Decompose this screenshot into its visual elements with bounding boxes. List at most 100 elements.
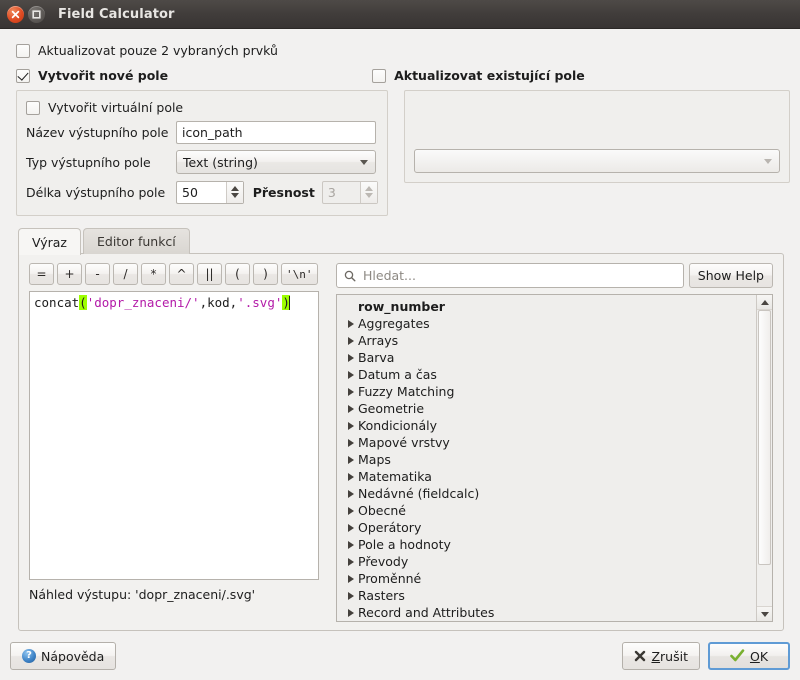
tree-item-label: Kondicionály [358, 418, 437, 433]
ok-button[interactable]: OK [708, 642, 790, 670]
show-help-button[interactable]: Show Help [688, 263, 773, 288]
tree-item-datum-a-cas[interactable]: Datum a čas [337, 366, 756, 383]
output-field-length-label: Délka výstupního pole [26, 184, 166, 200]
tree-item-matematika[interactable]: Matematika [337, 468, 756, 485]
tree-item-label: Obecné [358, 503, 406, 518]
update-selected-row[interactable]: Aktualizovat pouze 2 vybraných prvků [16, 43, 790, 58]
tree-item-aggregates[interactable]: Aggregates [337, 315, 756, 332]
operator-multiply-label: * [150, 267, 157, 281]
output-field-name-input[interactable] [176, 120, 376, 144]
tree-item-maps[interactable]: Maps [337, 451, 756, 468]
tree-item-label: Mapové vrstvy [358, 435, 450, 450]
tree-item-prevody[interactable]: Převody [337, 553, 756, 570]
tree-item-rasters[interactable]: Rasters [337, 587, 756, 604]
expand-triangle-icon[interactable] [343, 455, 358, 464]
expand-triangle-icon[interactable] [343, 319, 358, 328]
expand-triangle-icon[interactable] [343, 404, 358, 413]
show-help-label: Show Help [697, 268, 764, 283]
expand-triangle-icon[interactable] [343, 608, 358, 617]
update-selected-checkbox[interactable] [16, 43, 30, 58]
create-new-field-checkbox[interactable] [16, 68, 30, 83]
expand-triangle-icon[interactable] [343, 540, 358, 549]
expand-triangle-icon[interactable] [343, 506, 358, 515]
tree-item-label: Pole a hodnoty [358, 537, 451, 552]
operator-equals[interactable]: = [29, 263, 54, 285]
expand-triangle-icon[interactable] [343, 472, 358, 481]
tree-item-operatory[interactable]: Operátory [337, 519, 756, 536]
expand-triangle-icon[interactable] [343, 557, 358, 566]
expand-triangle-icon[interactable] [343, 387, 358, 396]
cancel-mnemonic: Z [651, 648, 661, 664]
expr-token-3: ,kod, [199, 295, 238, 310]
expand-triangle-icon[interactable] [343, 353, 358, 362]
operator-plus-label: + [64, 267, 75, 281]
update-selected-label: Aktualizovat pouze 2 vybraných prvků [38, 43, 278, 58]
tree-item-label: Arrays [358, 333, 399, 348]
window-titlebar: Field Calculator [0, 0, 800, 29]
function-tree-items: row_number Aggregates Arrays Barva Datum… [337, 295, 756, 621]
operator-plus[interactable]: + [57, 263, 82, 285]
tree-item-geometrie[interactable]: Geometrie [337, 400, 756, 417]
maximize-icon[interactable] [28, 5, 45, 23]
output-field-type-combo[interactable]: Text (string) [176, 150, 376, 174]
cancel-button[interactable]: Zrušit [622, 642, 700, 670]
operator-minus[interactable]: - [85, 263, 110, 285]
expand-triangle-icon[interactable] [343, 421, 358, 430]
function-tree[interactable]: row_number Aggregates Arrays Barva Datum… [336, 294, 773, 622]
scroll-down-button[interactable] [757, 606, 772, 621]
expand-triangle-icon[interactable] [343, 438, 358, 447]
expand-triangle-icon[interactable] [343, 370, 358, 379]
window-title: Field Calculator [58, 6, 175, 22]
tree-item-label: Nedávné (fieldcalc) [358, 486, 480, 501]
expand-triangle-icon[interactable] [343, 574, 358, 583]
update-existing-field-checkbox[interactable] [372, 68, 387, 83]
operator-divide[interactable]: / [113, 263, 138, 285]
close-icon[interactable] [7, 5, 24, 23]
expand-triangle-icon[interactable] [343, 523, 358, 532]
tree-item-arrays[interactable]: Arrays [337, 332, 756, 349]
expand-triangle-icon[interactable] [343, 336, 358, 345]
operator-newline[interactable]: '\n' [281, 263, 318, 285]
scroll-up-button[interactable] [757, 295, 772, 310]
expand-triangle-icon[interactable] [343, 489, 358, 498]
operator-power[interactable]: ^ [169, 263, 194, 285]
tree-item-record-and-attributes[interactable]: Record and Attributes [337, 604, 756, 621]
tree-item-pole-a-hodnoty[interactable]: Pole a hodnoty [337, 536, 756, 553]
output-field-name-label: Název výstupního pole [26, 124, 169, 140]
create-virtual-field-row[interactable]: Vytvořit virtuální pole [26, 100, 378, 115]
function-column: Hledat... Show Help row_number Aggregate… [336, 263, 773, 622]
tree-item-row-number[interactable]: row_number [337, 298, 756, 315]
field-settings-panes: Vytvořit virtuální pole Název výstupního… [10, 90, 790, 216]
expr-token-1: ( [79, 295, 87, 310]
scrollbar-thumb[interactable] [758, 310, 771, 565]
tree-item-mapove-vrstvy[interactable]: Mapové vrstvy [337, 434, 756, 451]
expr-token-2: 'dopr_znaceni/' [86, 295, 200, 310]
help-button[interactable]: ? Nápověda [10, 642, 117, 670]
tree-item-label: Geometrie [358, 401, 425, 416]
tab-function-editor[interactable]: Editor funkcí [82, 228, 190, 254]
create-virtual-field-checkbox[interactable] [26, 100, 40, 115]
spinner-arrows-icon[interactable] [225, 181, 243, 203]
tab-expression-label: Výraz [32, 234, 67, 250]
operator-open-paren[interactable]: ( [225, 263, 250, 285]
output-field-length-spinner[interactable]: 50 [176, 180, 244, 204]
tree-item-fuzzy-matching[interactable]: Fuzzy Matching [337, 383, 756, 400]
search-input[interactable]: Hledat... [336, 263, 684, 288]
operator-close-paren[interactable]: ) [253, 263, 278, 285]
expression-input[interactable]: concat('dopr_znaceni/',kod,'.svg') [29, 291, 319, 580]
operator-concat[interactable]: || [197, 263, 222, 285]
scrollbar-track[interactable] [757, 310, 772, 606]
tree-item-kondicionaly[interactable]: Kondicionály [337, 417, 756, 434]
expand-triangle-icon[interactable] [343, 591, 358, 600]
operator-multiply[interactable]: * [141, 263, 166, 285]
tree-item-nedavne-fieldcalc[interactable]: Nedávné (fieldcalc) [337, 485, 756, 502]
tree-item-obecne[interactable]: Obecné [337, 502, 756, 519]
output-preview: Náhled výstupu: 'dopr_znaceni/.svg' [29, 587, 256, 602]
tree-item-barva[interactable]: Barva [337, 349, 756, 366]
cancel-button-label: Zrušit [651, 649, 688, 664]
search-row: Hledat... Show Help [336, 263, 773, 288]
tab-expression[interactable]: Výraz [18, 228, 81, 255]
operator-open-paren-label: ( [235, 267, 240, 281]
function-tree-scrollbar[interactable] [756, 295, 772, 621]
tree-item-promenne[interactable]: Proměnné [337, 570, 756, 587]
